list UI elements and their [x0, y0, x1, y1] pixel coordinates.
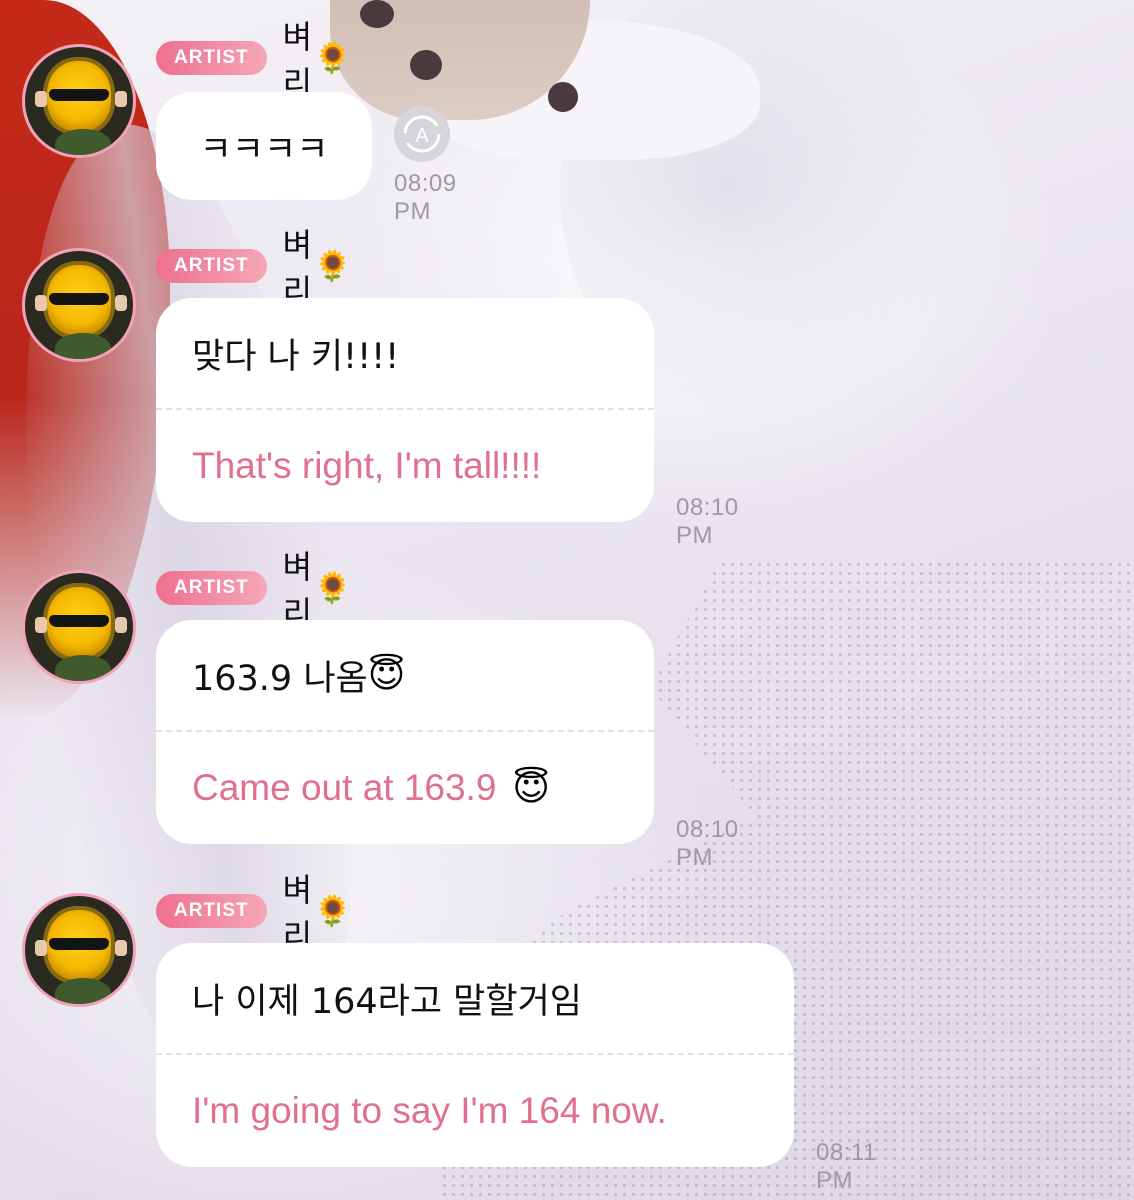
message-original-text: 맞다 나 키!!!! [192, 336, 400, 377]
artist-badge: ARTIST [156, 249, 267, 283]
message-original-text: ㅋㅋㅋㅋ [199, 129, 329, 170]
avatar[interactable] [22, 44, 136, 158]
message-translation-text: That's right, I'm tall!!!! [192, 445, 542, 486]
artist-badge: ARTIST [156, 894, 267, 928]
message-time: 08:11 PM [816, 1139, 877, 1194]
message-translation-text: I'm going to say I'm 164 now. [192, 1090, 667, 1131]
message-bubble[interactable]: 맞다 나 키!!!! That's right, I'm tall!!!! [156, 298, 654, 522]
message-bubble[interactable]: 163.9 나옴 😇 Came out at 163.9 😇 [156, 620, 654, 844]
halo-smile-emoji: 😇 [512, 767, 550, 808]
message-bubble[interactable]: 나 이제 164라고 말할거임 I'm going to say I'm 164… [156, 943, 794, 1167]
sunflower-icon: 🌻 [314, 249, 352, 283]
avatar[interactable] [22, 893, 136, 1007]
auto-translate-icon[interactable]: A [394, 106, 450, 162]
sunflower-icon: 🌻 [314, 571, 352, 605]
artist-badge: ARTIST [156, 41, 267, 75]
sunflower-icon: 🌻 [314, 41, 352, 75]
message-original-text: 163.9 나옴 [192, 658, 368, 699]
message-time: 08:09 PM [394, 170, 457, 225]
artist-badge: ARTIST [156, 571, 267, 605]
message-time: 08:10 PM [676, 816, 739, 871]
message-original-text: 나 이제 164라고 말할거임 [192, 981, 582, 1022]
sunflower-icon: 🌻 [314, 894, 352, 928]
message-bubble[interactable]: ㅋㅋㅋㅋ [156, 92, 372, 200]
avatar[interactable] [22, 248, 136, 362]
svg-text:A: A [415, 125, 429, 147]
halo-smile-emoji: 😇 [367, 654, 406, 695]
avatar[interactable] [22, 570, 136, 684]
message-time: 08:10 PM [676, 494, 739, 549]
sender-name: 벼리 [282, 18, 313, 102]
message-translation-text: Came out at 163.9 [192, 767, 497, 808]
